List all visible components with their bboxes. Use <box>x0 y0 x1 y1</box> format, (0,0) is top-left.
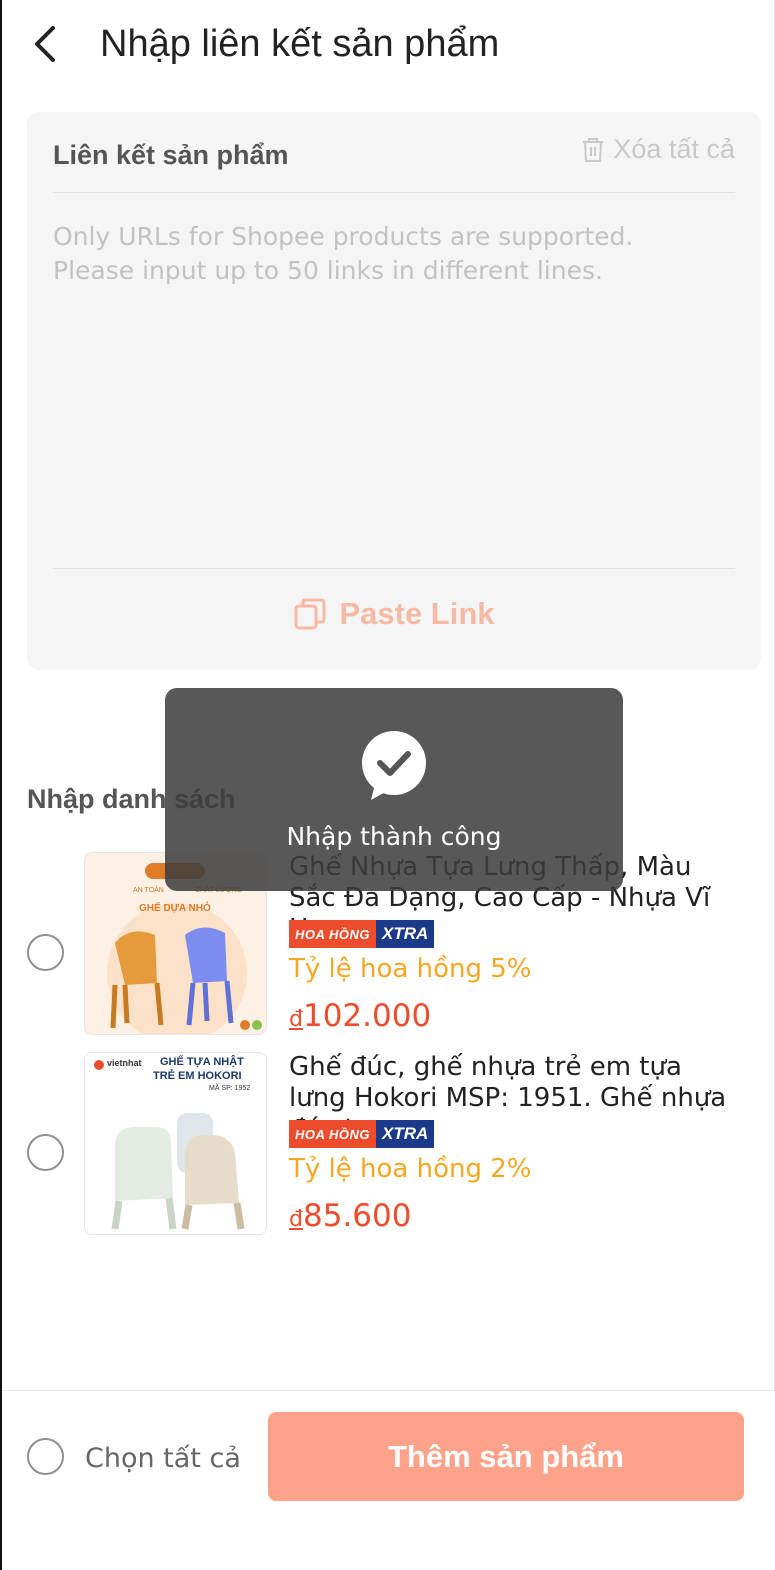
link-input-card: Liên kết sản phẩm Xóa tất cả Paste Link <box>27 112 761 670</box>
thumb-label: GHẾ DỰA NHỎ <box>139 903 211 914</box>
select-all-radio[interactable] <box>27 1438 64 1475</box>
paste-link-label: Paste Link <box>339 596 495 631</box>
currency-symbol: đ <box>289 1007 303 1032</box>
badge-hoa-hong: HOA HỒNG <box>289 1120 377 1148</box>
product-select-radio[interactable] <box>27 934 64 971</box>
thumb-label: MÃ SP: 1952 <box>209 1085 251 1092</box>
paste-link-button[interactable]: Paste Link <box>27 596 761 632</box>
product-price: đ102.000 <box>289 998 431 1034</box>
product-select-radio[interactable] <box>27 1134 64 1171</box>
select-all-label[interactable]: Chọn tất cả <box>85 1443 241 1474</box>
price-value: 85.600 <box>302 1198 412 1234</box>
link-textarea[interactable] <box>53 220 737 560</box>
commission-xtra-badge: HOA HỒNG XTRA <box>289 920 435 948</box>
trash-icon <box>583 137 604 162</box>
commission-rate: Tỷ lệ hoa hồng 2% <box>289 1154 532 1184</box>
copy-icon <box>294 598 326 630</box>
commission-rate: Tỷ lệ hoa hồng 5% <box>289 954 532 984</box>
chevron-left-icon <box>35 26 55 62</box>
success-toast: Nhập thành công <box>165 688 623 891</box>
divider <box>53 568 735 569</box>
price-value: 102.000 <box>302 998 432 1034</box>
clear-all-button[interactable]: Xóa tất cả <box>581 134 735 165</box>
bottom-action-bar: Chọn tất cả Thêm sản phẩm <box>2 1390 775 1570</box>
check-bubble-icon <box>362 731 426 800</box>
badge-hoa-hong: HOA HỒNG <box>289 920 377 948</box>
product-thumbnail: vietnhat GHẾ TỰA NHẬT TRẺ EM HOKORI MÃ S… <box>84 1052 267 1235</box>
thumb-label: TRẺ EM HOKORI <box>153 1070 242 1082</box>
header: Nhập liên kết sản phẩm <box>2 0 775 92</box>
currency-symbol: đ <box>289 1207 303 1232</box>
add-products-button[interactable]: Thêm sản phẩm <box>268 1412 744 1501</box>
badge-xtra: XTRA <box>376 1120 435 1148</box>
divider <box>53 192 735 193</box>
thumb-label: GHẾ TỰA NHẬT <box>160 1056 244 1068</box>
page-title: Nhập liên kết sản phẩm <box>100 23 500 65</box>
thumb-label: AN TOÀN <box>133 887 164 894</box>
thumb-brand: vietnhat <box>107 1058 142 1068</box>
product-item: vietnhat GHẾ TỰA NHẬT TRẺ EM HOKORI MÃ S… <box>2 1052 775 1238</box>
link-card-label: Liên kết sản phẩm <box>53 140 289 170</box>
product-price: đ85.600 <box>289 1198 411 1234</box>
badge-xtra: XTRA <box>376 920 435 948</box>
back-button[interactable] <box>24 20 64 68</box>
commission-xtra-badge: HOA HỒNG XTRA <box>289 1120 435 1148</box>
clear-all-label: Xóa tất cả <box>613 134 735 164</box>
toast-message: Nhập thành công <box>286 822 502 851</box>
